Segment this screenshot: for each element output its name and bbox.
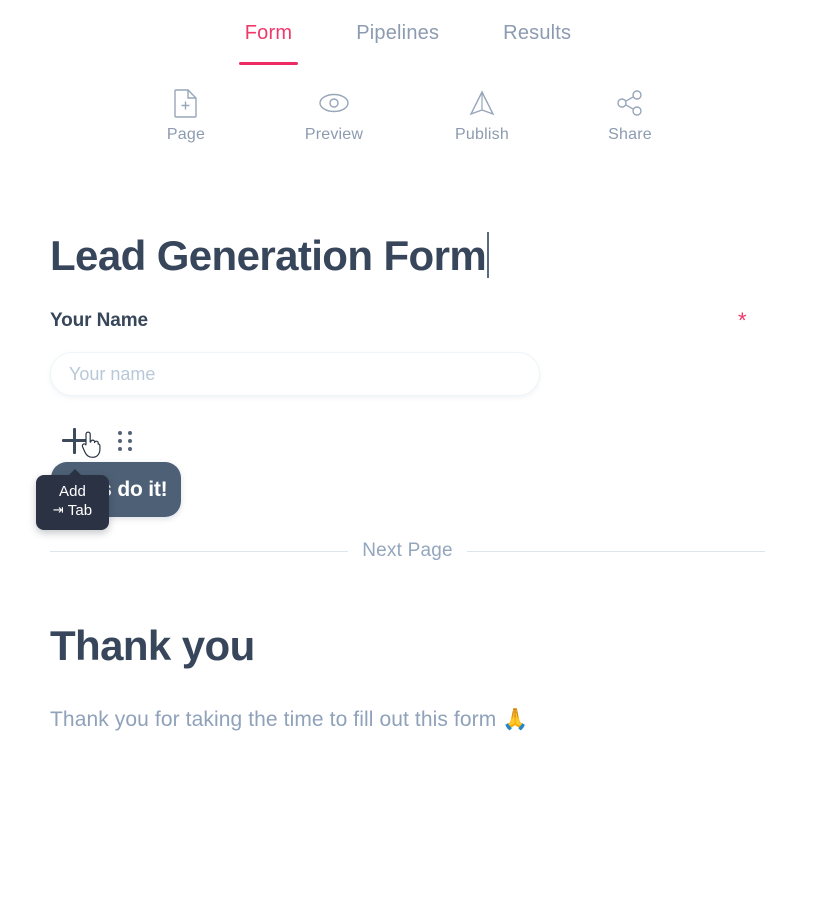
form-title-text: Lead Generation Form [50,232,487,279]
divider-line-left [50,550,349,552]
field-label-your-name: Your Name [50,310,148,331]
toolbar-button-page[interactable]: Page [141,88,231,144]
toolbar-button-share[interactable]: Share [585,88,675,144]
page-title[interactable]: Lead Generation Form [50,232,490,279]
praying-hands-emoji: 🙏 [502,708,529,731]
divider-label: Next Page [362,540,453,561]
action-toolbar: Page Preview Publish Share [0,88,816,144]
tab-pipelines-label: Pipelines [356,22,440,44]
your-name-input[interactable] [50,352,540,396]
share-nodes-icon [616,88,644,118]
add-block-plus-icon[interactable] [62,428,88,454]
tooltip-shortcut-label: Tab [67,502,93,519]
thankyou-body-row: Thank you for taking the time to fill ou… [50,708,528,732]
toolbar-button-publish[interactable]: Publish [437,88,527,144]
top-tab-bar: Form Pipelines Results [0,0,816,74]
toolbar-label-page: Page [166,126,206,143]
text-caret [487,232,490,278]
tab-results-label: Results [503,22,572,44]
page-add-icon [173,88,199,118]
tab-key-icon: ⇥ [52,502,64,517]
eye-icon [318,88,350,118]
thankyou-title: Thank you [50,622,255,669]
next-page-divider: Next Page [50,540,765,562]
tab-pipelines[interactable]: Pipelines [350,22,445,65]
send-triangle-icon [468,88,496,118]
block-controls-row [62,428,132,454]
tab-form[interactable]: Form [238,22,299,65]
toolbar-label-preview: Preview [304,126,364,143]
tooltip-shortcut: ⇥ Tab [42,501,103,521]
add-tooltip: Add ⇥ Tab [36,469,109,530]
drag-handle-icon[interactable] [118,431,132,451]
tooltip-title: Add [59,483,86,500]
tab-form-label: Form [244,22,293,44]
thankyou-body-text: Thank you for taking the time to fill ou… [50,708,497,731]
divider-line-right [466,550,765,552]
toolbar-label-publish: Publish [455,126,509,143]
toolbar-label-share: Share [608,126,652,143]
toolbar-button-preview[interactable]: Preview [289,88,379,144]
tab-results[interactable]: Results [497,22,577,65]
required-asterisk: * [738,308,747,333]
